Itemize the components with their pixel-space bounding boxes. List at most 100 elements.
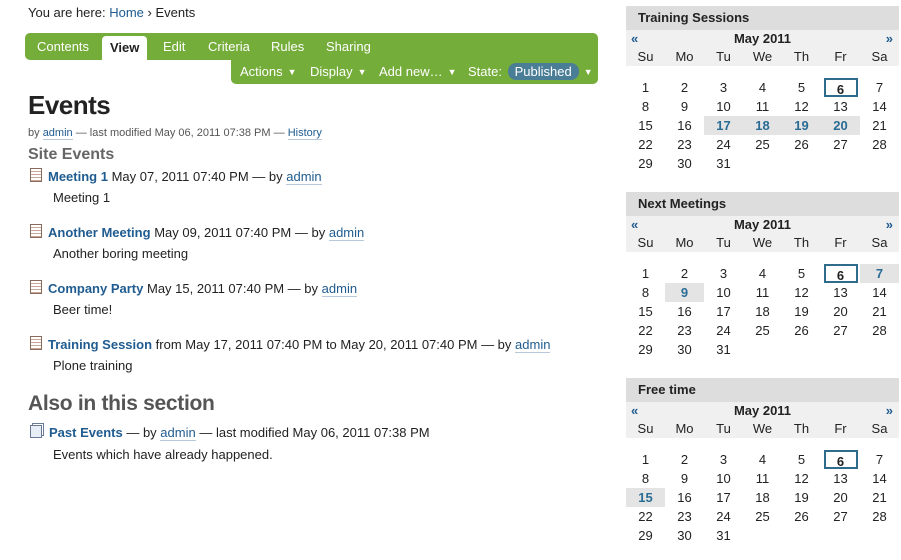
calendar-day: 17 [716, 490, 731, 505]
calendar-day: 30 [677, 528, 692, 543]
portlet-title: Next Meetings [626, 192, 899, 216]
calendar-event-day[interactable]: 9 [665, 283, 704, 302]
calendar-day: 2 [680, 266, 689, 281]
calendar-day: 11 [755, 285, 770, 300]
calendar-event-day[interactable]: 17 [704, 116, 743, 135]
author-link[interactable]: admin [286, 169, 322, 185]
calendar-day: 29 [638, 528, 653, 543]
calendar-day: 4 [758, 80, 767, 95]
weekday-header: We [743, 47, 782, 66]
chevron-down-icon: ▼ [357, 67, 367, 77]
display-menu[interactable]: Display ▼ [310, 59, 367, 84]
event-item: Training Session from May 17, 2011 07:40… [30, 336, 551, 353]
breadcrumb-home-link[interactable]: Home [109, 5, 144, 20]
tab-view[interactable]: View [102, 36, 148, 60]
calendar-portlet-training: Training Sessions « May 2011 » Su Mo Tu We Th Fr S… [626, 6, 899, 173]
calendar-day: 28 [872, 509, 887, 524]
portlet-title: Free time [626, 378, 899, 402]
author-link[interactable]: admin [321, 281, 358, 297]
calendar-day: 5 [797, 266, 806, 281]
calendar-day: 23 [677, 509, 692, 524]
prev-month-button[interactable]: « [631, 30, 638, 47]
next-month-button[interactable]: » [886, 402, 893, 419]
tab-edit[interactable]: Edit [155, 33, 193, 60]
calendar-event-day-link[interactable]: 19 [794, 118, 808, 133]
event-item: Meeting 1 May 07, 2011 07:40 PM — by adm… [30, 168, 322, 185]
portlet-title: Training Sessions [626, 6, 899, 30]
section-title-site-events: Site Events [28, 146, 115, 163]
breadcrumb-prefix: You are here: [28, 5, 106, 20]
tab-criteria[interactable]: Criteria [200, 33, 258, 60]
calendar-event-day-link[interactable]: 7 [876, 266, 883, 281]
calendar-event-day-link[interactable]: 20 [833, 118, 847, 133]
next-month-button[interactable]: » [886, 30, 893, 47]
weekday-header: Tu [704, 233, 743, 252]
calendar-day: 8 [641, 99, 650, 114]
author-link[interactable]: admin [515, 337, 551, 353]
weekday-header: Th [782, 47, 821, 66]
calendar-day: 12 [794, 285, 809, 300]
calendar-today: 6 [821, 450, 860, 469]
calendar-day: 18 [755, 490, 770, 505]
calendar-event-day-link[interactable]: 17 [716, 118, 730, 133]
actions-menu[interactable]: Actions ▼ [240, 59, 297, 84]
also-item: Past Events — by admin — last modified M… [30, 425, 430, 441]
calendar-day: 31 [716, 342, 731, 357]
calendar-event-day[interactable]: 18 [743, 116, 782, 135]
state-menu[interactable]: State: Published ▼ [468, 59, 593, 84]
prev-month-button[interactable]: « [631, 402, 638, 419]
calendar-event-day-link[interactable]: 9 [681, 285, 688, 300]
author-link[interactable]: admin [160, 425, 196, 441]
calendar-event-day[interactable]: 19 [782, 116, 821, 135]
calendar-day: 4 [758, 452, 767, 467]
weekday-header: Mo [665, 47, 704, 66]
calendar-day: 22 [638, 137, 653, 152]
breadcrumb-separator: › [147, 5, 152, 20]
calendar-day: 8 [641, 471, 650, 486]
calendar-event-day[interactable]: 20 [821, 116, 860, 135]
calendar-nav: « May 2011 » [626, 30, 899, 47]
event-description: Beer time! [53, 302, 113, 317]
add-new-menu[interactable]: Add new… ▼ [379, 59, 457, 84]
calendar-day: 2 [680, 80, 689, 95]
section-title-also: Also in this section [28, 392, 215, 415]
calendar-day: 24 [716, 323, 731, 338]
byline-by: by [28, 127, 40, 139]
calendar-event-day-link[interactable]: 15 [638, 490, 652, 505]
calendar-today-number: 6 [823, 264, 858, 283]
event-title-link[interactable]: Another Meeting [48, 225, 151, 240]
calendar-event-day-link[interactable]: 18 [755, 118, 769, 133]
event-title-link[interactable]: Meeting 1 [48, 169, 108, 184]
tab-rules[interactable]: Rules [263, 33, 312, 60]
calendar-portlet-meetings: Next Meetings «May 2011» Su Mo Tu We Th Fr Sa 1 2 3… [626, 192, 899, 359]
calendar-event-day[interactable]: 7 [860, 264, 899, 283]
author-link[interactable]: admin [42, 127, 73, 140]
author-link[interactable]: admin [328, 225, 365, 241]
event-description: Another boring meeting [53, 246, 189, 261]
calendar-day: 7 [875, 80, 884, 95]
tab-sharing[interactable]: Sharing [318, 33, 379, 60]
calendar-day: 5 [797, 452, 806, 467]
calendar-day: 20 [833, 490, 848, 505]
prev-month-button[interactable]: « [631, 216, 638, 233]
breadcrumb-current: Events [155, 5, 196, 20]
chevron-down-icon: ▼ [287, 67, 297, 77]
calendar-empty-cell [860, 340, 899, 359]
calendar-event-day[interactable]: 15 [626, 488, 665, 507]
calendar-day: 26 [794, 137, 809, 152]
tab-contents[interactable]: Contents [29, 33, 97, 60]
event-title-link[interactable]: Training Session [48, 337, 152, 352]
next-month-button[interactable]: » [886, 216, 893, 233]
document-byline: by admin — last modified May 06, 2011 07… [28, 127, 322, 140]
calendar-day: 10 [716, 471, 731, 486]
event-icon [30, 224, 42, 238]
calendar-day: 21 [872, 304, 887, 319]
calendar-day: 28 [872, 137, 887, 152]
calendar-day: 14 [872, 285, 887, 300]
calendar-day: 13 [833, 99, 848, 114]
past-events-link[interactable]: Past Events [49, 425, 123, 440]
event-title-link[interactable]: Company Party [48, 281, 143, 296]
weekday-header: Su [626, 233, 665, 252]
history-link[interactable]: History [287, 127, 322, 140]
calendar-day: 22 [638, 323, 653, 338]
